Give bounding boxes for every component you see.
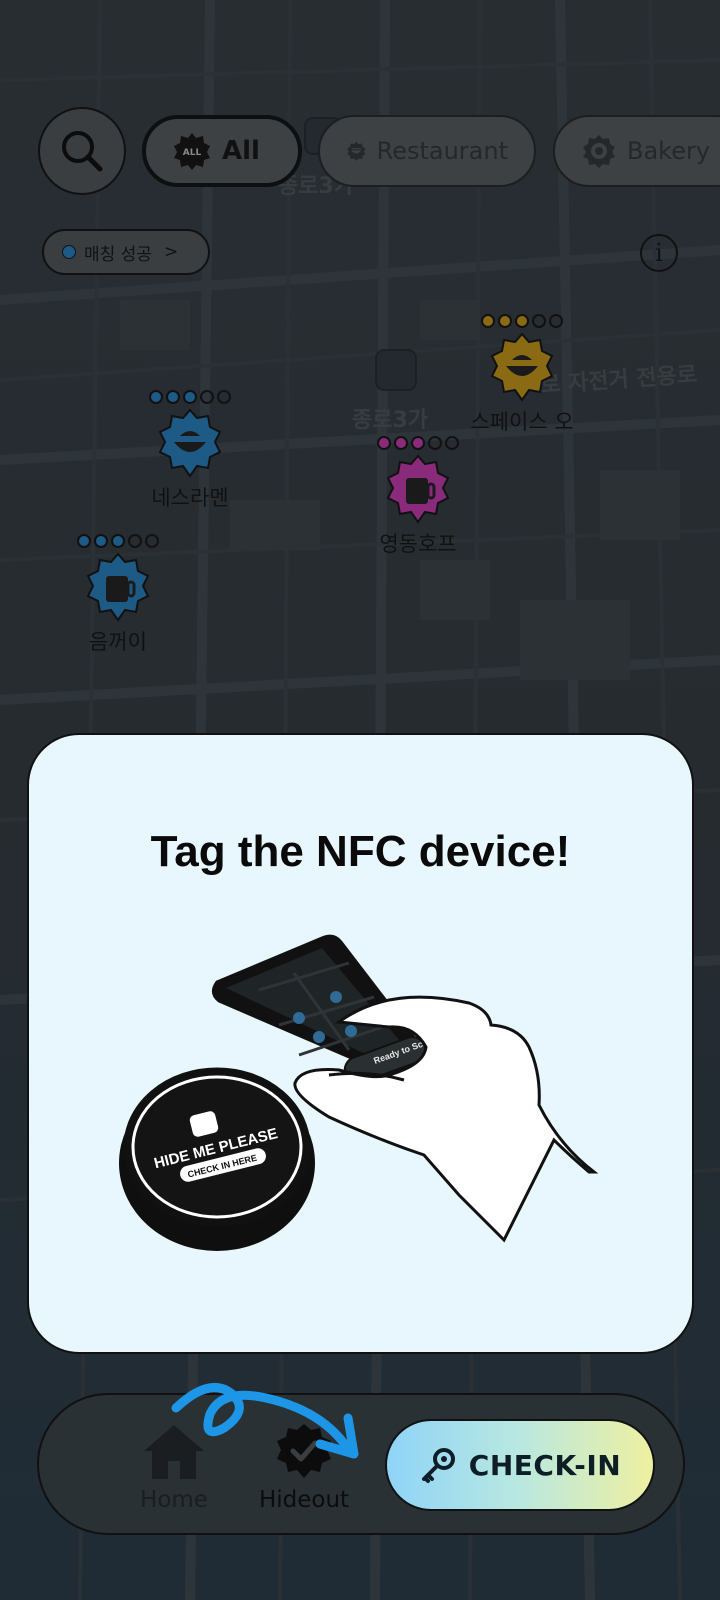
- match-success-chip[interactable]: 매칭 성공 >: [42, 229, 210, 275]
- filter-chip-label: All: [222, 136, 260, 166]
- filter-chip-restaurant[interactable]: Restaurant: [318, 115, 536, 187]
- svg-text:ALL: ALL: [183, 148, 202, 158]
- rating-dots: [58, 534, 178, 550]
- map-marker-space-o[interactable]: 스페이스 오: [462, 314, 582, 436]
- marker-name: 음꺼이: [89, 630, 147, 654]
- info-icon: i: [655, 239, 663, 267]
- map-marker-yeongdong[interactable]: 영동호프: [358, 436, 478, 558]
- map-marker-nesra[interactable]: 네스라멘: [130, 390, 250, 512]
- checkin-label: CHECK-IN: [468, 1448, 622, 1482]
- beer-icon: [386, 454, 450, 524]
- bakery-icon: [583, 135, 615, 168]
- marker-name: 영동호프: [379, 532, 457, 556]
- nfc-modal: Tag the NFC device! Ready to Scan HIDE M…: [27, 733, 694, 1354]
- filter-chip-label: Bakery: [627, 137, 711, 165]
- chevron-right-icon: >: [163, 242, 179, 262]
- filter-chip-label: Restaurant: [376, 137, 508, 165]
- bowl-icon: [490, 332, 554, 402]
- rating-dots: [358, 436, 478, 452]
- key-icon: [421, 1448, 455, 1483]
- checkin-button[interactable]: CHECK-IN: [385, 1419, 655, 1511]
- all-badge-icon: ALL: [174, 133, 210, 170]
- rating-dots: [130, 390, 250, 406]
- beer-icon: [86, 552, 150, 622]
- filter-chip-bakery[interactable]: Bakery: [553, 115, 720, 187]
- nav-label: Home: [140, 1487, 208, 1513]
- search-icon: [62, 131, 103, 172]
- match-chip-label: 매칭 성공: [84, 244, 152, 265]
- bowl-icon: [158, 408, 222, 478]
- rating-dots: [462, 314, 582, 330]
- marker-name: 스페이스 오: [470, 410, 574, 434]
- bowl-icon: [347, 141, 366, 161]
- marker-name: 네스라멘: [151, 486, 229, 510]
- curved-arrow-icon: [171, 1383, 359, 1459]
- nfc-illustration: Ready to Scan HIDE ME PLEASE CHECK IN HE…: [119, 934, 599, 1251]
- filter-chip-all[interactable]: ALL All: [142, 115, 302, 187]
- match-status-dot: [62, 245, 76, 259]
- search-button[interactable]: [38, 107, 126, 195]
- info-button[interactable]: i: [640, 234, 678, 272]
- map-marker-eumkkeoi[interactable]: 음꺼이: [58, 534, 178, 656]
- nfc-tag-icon: HIDE ME PLEASE CHECK IN HERE: [119, 1067, 315, 1251]
- nav-label: Hideout: [258, 1487, 350, 1513]
